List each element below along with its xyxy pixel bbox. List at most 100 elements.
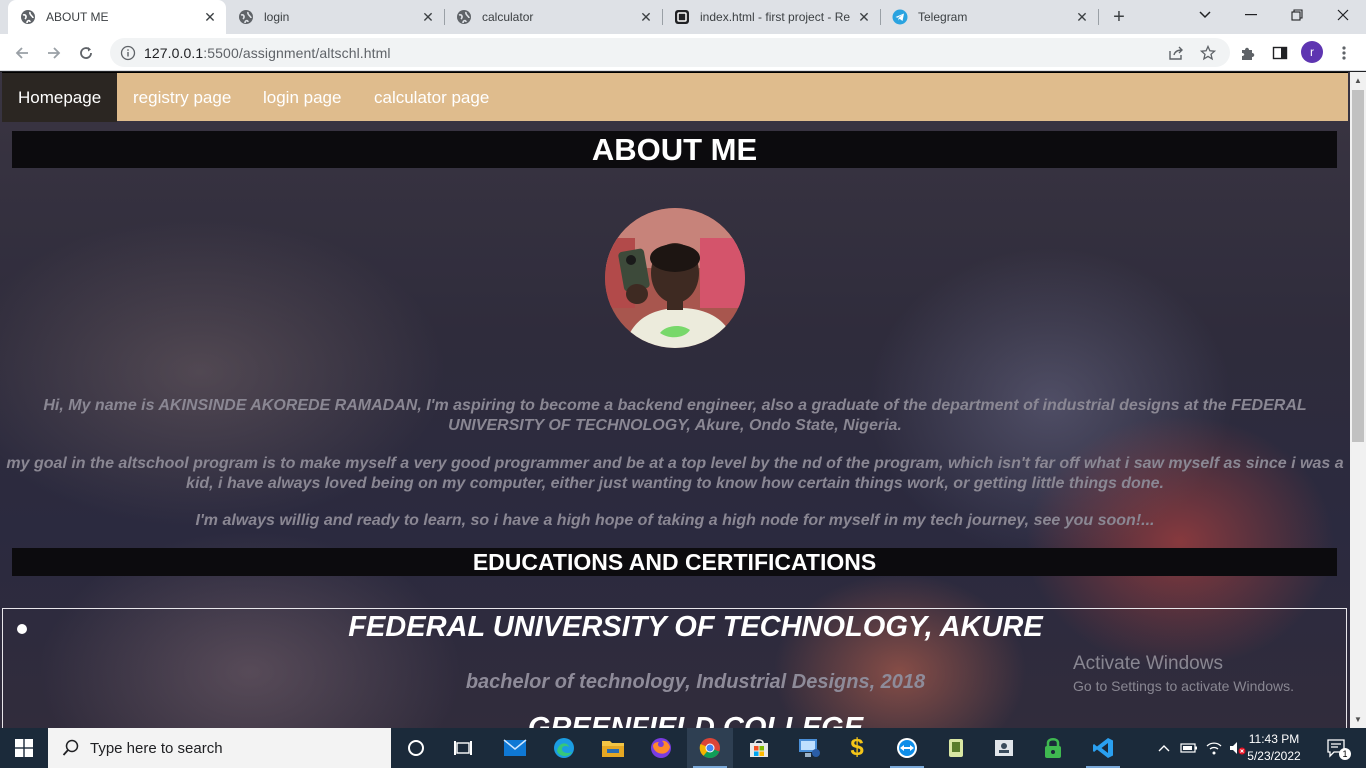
taskbar-vscode[interactable] [1080, 728, 1126, 768]
tab-telegram[interactable]: Telegram ✕ [880, 0, 1098, 34]
chevron-up-icon [1158, 745, 1170, 752]
nav-registry-page[interactable]: registry page [117, 73, 247, 122]
tab-calculator[interactable]: calculator ✕ [444, 0, 662, 34]
page-scrollbar[interactable]: ▲ ▼ [1350, 72, 1366, 728]
windows-logo-icon [15, 739, 33, 757]
tab-login[interactable]: login ✕ [226, 0, 444, 34]
reload-button[interactable] [73, 40, 99, 66]
taskbar-firefox[interactable] [638, 728, 684, 768]
share-icon [1169, 46, 1183, 60]
arrow-right-icon [48, 47, 61, 59]
share-button[interactable] [1165, 42, 1187, 64]
menu-button[interactable] [1333, 42, 1355, 64]
clock-date: 5/23/2022 [1247, 749, 1301, 763]
new-tab-button[interactable]: + [1108, 6, 1130, 28]
cortana-button[interactable] [393, 728, 439, 768]
remote-desktop-icon [799, 739, 820, 757]
taskbar-phone-app[interactable] [933, 728, 979, 768]
chrome-icon [699, 738, 720, 759]
battery-indicator[interactable] [1178, 728, 1200, 768]
taskbar-edge[interactable] [541, 728, 587, 768]
tab-title: Telegram [918, 10, 968, 24]
close-icon[interactable]: ✕ [418, 7, 438, 27]
extensions-button[interactable] [1237, 42, 1259, 64]
minimize-icon [1245, 14, 1257, 16]
bookmark-button[interactable] [1197, 42, 1219, 64]
tab-replit[interactable]: index.html - first project - Re ✕ [662, 0, 880, 34]
scroll-down-icon[interactable]: ▼ [1354, 715, 1362, 724]
address-bar[interactable]: 127.0.0.1:5500/assignment/altschl.html [110, 38, 1230, 67]
folder-icon [602, 741, 624, 757]
tab-about-me[interactable]: ABOUT ME ✕ [8, 0, 226, 34]
scroll-up-icon[interactable]: ▲ [1354, 76, 1362, 85]
close-icon[interactable]: ✕ [1072, 7, 1092, 27]
taskbar-vpn[interactable] [1030, 728, 1076, 768]
url-path: :5500/assignment/altschl.html [203, 44, 391, 61]
vscode-icon [1093, 738, 1113, 758]
telegram-icon [892, 9, 908, 25]
tab-separator [1098, 9, 1099, 25]
network-indicator[interactable] [1203, 728, 1225, 768]
minimize-button[interactable] [1228, 0, 1274, 30]
about-heading: ABOUT ME [12, 131, 1337, 168]
profile-avatar[interactable]: r [1301, 41, 1323, 63]
restore-button[interactable] [1274, 0, 1320, 30]
mail-icon [503, 739, 527, 756]
close-icon[interactable]: ✕ [200, 7, 220, 27]
globe-icon [456, 9, 472, 25]
taskbar-id-app[interactable] [981, 728, 1027, 768]
back-button[interactable] [9, 40, 35, 66]
tab-title: login [264, 10, 290, 24]
store-icon [750, 739, 768, 757]
task-view-icon [454, 741, 472, 755]
close-icon[interactable]: ✕ [854, 7, 874, 27]
forward-button[interactable] [41, 40, 67, 66]
cortana-icon [408, 740, 424, 756]
firefox-icon [651, 738, 671, 758]
volume-indicator[interactable] [1226, 728, 1248, 768]
watermark-title: Activate Windows [1073, 653, 1223, 674]
globe-icon [20, 9, 36, 25]
close-icon[interactable]: ✕ [636, 7, 656, 27]
nav-login-page[interactable]: login page [247, 73, 357, 122]
education-heading: EDUCATIONS AND CERTIFICATIONS [12, 548, 1337, 576]
nav-calculator-page[interactable]: calculator page [358, 73, 505, 122]
taskbar-teamviewer[interactable] [884, 728, 930, 768]
close-window-button[interactable] [1320, 0, 1366, 30]
teamviewer-icon [897, 738, 917, 758]
taskbar-money-app[interactable]: $ [834, 728, 880, 768]
tray-overflow-button[interactable] [1154, 728, 1174, 768]
tab-search-button[interactable] [1182, 0, 1228, 30]
info-icon[interactable] [120, 45, 136, 61]
star-icon [1200, 45, 1216, 61]
notification-center-button[interactable]: 1 [1318, 728, 1354, 768]
replit-icon [674, 9, 690, 25]
url-text: 127.0.0.1:5500/assignment/altschl.html [144, 45, 391, 61]
taskbar-mail[interactable] [492, 728, 538, 768]
tab-title: index.html - first project - Re [700, 10, 851, 24]
search-icon [62, 739, 79, 756]
taskbar-remote-desktop[interactable] [786, 728, 832, 768]
nav-homepage[interactable]: Homepage [2, 73, 118, 122]
tab-title: ABOUT ME [46, 10, 109, 24]
closing-paragraph: I'm always willig and ready to learn, so… [195, 512, 1155, 529]
wifi-icon [1206, 742, 1222, 755]
system-clock[interactable]: 11:43 PM 5/23/2022 [1246, 731, 1302, 765]
arrow-left-icon [15, 47, 28, 59]
side-panel-button[interactable] [1269, 42, 1291, 64]
taskbar-file-explorer[interactable] [590, 728, 636, 768]
globe-icon [238, 9, 254, 25]
scrollbar-thumb[interactable] [1352, 90, 1364, 442]
school-name: GREENFIELD COLLEGE [527, 712, 864, 728]
taskbar-search[interactable]: Type here to search [48, 728, 391, 768]
taskbar-chrome[interactable] [687, 728, 733, 768]
edge-icon [554, 738, 574, 758]
puzzle-icon [1242, 47, 1255, 60]
page-viewport: Homepage registry page login page calcul… [0, 72, 1350, 728]
side-panel-icon [1272, 46, 1288, 60]
taskbar-store[interactable] [736, 728, 782, 768]
task-view-button[interactable] [440, 728, 486, 768]
dollar-icon: $ [850, 734, 864, 761]
goal-paragraph: my goal in the altschool program is to m… [6, 455, 1344, 492]
start-button[interactable] [0, 728, 48, 768]
